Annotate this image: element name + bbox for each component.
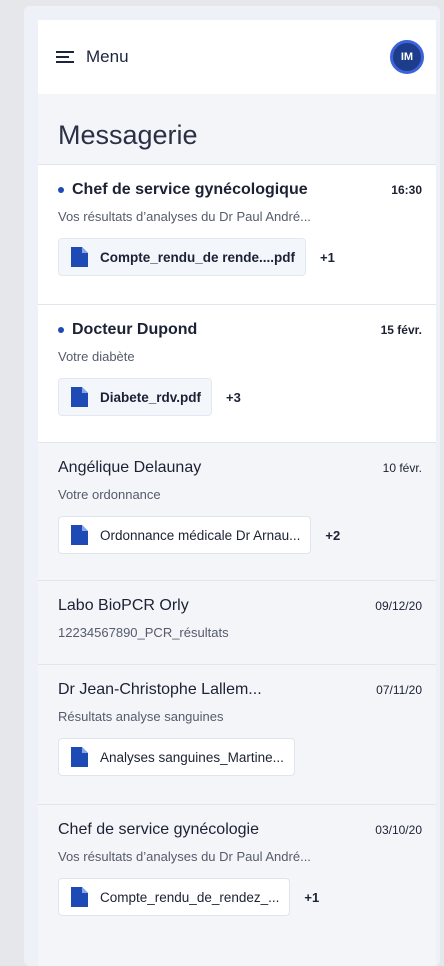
unread-dot (58, 187, 64, 193)
message-subject: Votre diabète (58, 349, 135, 364)
message-sender: Chef de service gynécologie (58, 821, 260, 838)
message-date: 16:30 (391, 183, 422, 197)
message-sender: Labo BioPCR Orly (58, 597, 189, 614)
message-item[interactable]: Docteur Dupond 15 févr. Votre diabète Di… (38, 304, 436, 442)
attachment-chip[interactable]: Ordonnance médicale Dr Arnau... (58, 516, 312, 554)
message-item[interactable]: Dr Jean-Christophe Lallem... 07/11/20 Ré… (38, 664, 436, 804)
message-sender: Dr Jean-Christophe Lallem... (58, 681, 262, 698)
attachment-chip[interactable]: Analyses sanguines_Martine... (58, 738, 295, 776)
attachment-name: Ordonnance médicale Dr Arnau... (100, 527, 301, 543)
message-item[interactable]: Chef de service gynécologique 16:30 Vos … (38, 164, 436, 304)
menu-label: Menu (86, 47, 129, 66)
document-icon (71, 747, 88, 767)
message-date: 15 févr. (380, 323, 422, 337)
document-icon (71, 387, 88, 407)
message-subject: Votre ordonnance (58, 487, 161, 502)
attachment-chip[interactable]: Compte_rendu_de rende....pdf (58, 238, 307, 276)
message-sender: Docteur Dupond (72, 321, 198, 338)
message-item[interactable]: Labo BioPCR Orly 09/12/20 12234567890_PC… (38, 580, 436, 664)
attachment-more-count: +1 (320, 249, 335, 265)
message-date: 09/12/20 (375, 599, 422, 613)
attachment-name: Compte_rendu_de rende....pdf (100, 249, 296, 265)
document-icon (71, 525, 88, 545)
attachment-more-count: +3 (226, 389, 241, 405)
message-subject: Résultats analyse sanguines (58, 709, 224, 724)
document-icon (71, 247, 88, 267)
messaging-panel: Menu IM Messagerie Chef de service gynéc… (38, 20, 436, 966)
page-title: Messagerie (58, 120, 198, 150)
message-date: 07/11/20 (376, 683, 422, 697)
unread-dot (58, 327, 64, 333)
message-subject: Vos résultats d’analyses du Dr Paul Andr… (58, 849, 311, 864)
menu-button[interactable]: Menu (56, 47, 129, 67)
attachment-more-count: +1 (304, 889, 320, 905)
attachment-name: Analyses sanguines_Martine... (100, 749, 284, 765)
message-sender: Chef de service gynécologique (72, 181, 308, 198)
app-frame: Menu IM Messagerie Chef de service gynéc… (24, 6, 440, 966)
top-bar: Menu IM (38, 20, 436, 94)
hamburger-icon (56, 51, 74, 63)
attachment-chip[interactable]: Compte_rendu_de_rendez_... (58, 878, 291, 916)
message-item[interactable]: Chef de service gynécologie 03/10/20 Vos… (38, 804, 436, 944)
message-subject: 12234567890_PCR_résultats (58, 625, 229, 640)
message-sender: Angélique Delaunay (58, 459, 202, 476)
attachment-more-count: +2 (325, 527, 341, 543)
attachment-name: Compte_rendu_de_rendez_... (100, 889, 280, 905)
message-subject: Vos résultats d’analyses du Dr Paul Andr… (58, 209, 311, 224)
message-date: 03/10/20 (375, 823, 422, 837)
document-icon (71, 887, 88, 907)
message-list: Chef de service gynécologique 16:30 Vos … (38, 164, 436, 944)
attachment-chip[interactable]: Diabete_rdv.pdf (58, 378, 213, 416)
message-item[interactable]: Angélique Delaunay 10 févr. Votre ordonn… (38, 442, 436, 580)
attachment-name: Diabete_rdv.pdf (100, 389, 202, 405)
message-date: 10 févr. (382, 461, 422, 475)
avatar[interactable]: IM (390, 40, 424, 74)
